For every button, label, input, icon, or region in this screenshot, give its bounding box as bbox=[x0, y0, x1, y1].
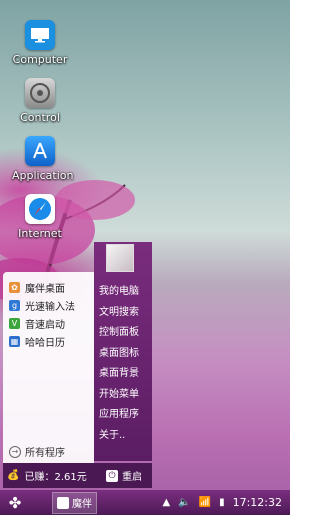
menu-item-label: 音速启动 bbox=[25, 319, 65, 331]
computer-icon bbox=[25, 20, 55, 50]
app-store-icon bbox=[25, 136, 55, 166]
avatar[interactable] bbox=[106, 244, 134, 272]
arrow-right-icon: → bbox=[9, 445, 21, 458]
menu-item-search[interactable]: 文明搜索 bbox=[99, 303, 139, 324]
desktop-icon-label: Internet bbox=[18, 227, 62, 240]
clover-icon: ✤ bbox=[8, 493, 22, 512]
desktop-icon-computer[interactable]: Computer bbox=[12, 20, 68, 66]
control-icon bbox=[25, 78, 55, 108]
tray-expand-icon[interactable]: ▲ bbox=[162, 497, 170, 508]
earnings-display: 💰 已赚：2.61元 bbox=[7, 468, 106, 483]
start-menu: 我的电脑 文明搜索 控制面板 桌面图标 桌面背景 开始菜单 应用程序 关于.. … bbox=[0, 242, 152, 488]
power-icon: ⏻ bbox=[106, 469, 118, 482]
menu-item-mobanzhuomian[interactable]: ✿ 魔伴桌面 bbox=[3, 278, 94, 296]
start-menu-right-panel: 我的电脑 文明搜索 控制面板 桌面图标 桌面背景 开始菜单 应用程序 关于.. bbox=[94, 242, 152, 461]
earnings-label: 已赚：2.61元 bbox=[24, 472, 87, 483]
calendar-icon: ▦ bbox=[9, 335, 20, 347]
restart-label: 重启 bbox=[122, 472, 142, 483]
system-tray: ▲ 🔈 📶 ▮ 17:12:32 bbox=[154, 496, 290, 509]
safari-icon bbox=[25, 194, 55, 224]
desktop-icon-label: Computer bbox=[12, 53, 68, 66]
menu-item-calendar[interactable]: ▦ 哈哈日历 bbox=[3, 332, 94, 350]
moban-app-icon bbox=[57, 496, 69, 509]
menu-item-launcher[interactable]: V 音速启动 bbox=[3, 314, 94, 332]
menu-item-applications[interactable]: 应用程序 bbox=[99, 405, 139, 426]
taskbar: ✤ 魔伴 ▲ 🔈 📶 ▮ 17:12:32 bbox=[0, 490, 290, 515]
money-bag-icon: 💰 bbox=[7, 470, 20, 481]
desktop-icon-internet[interactable]: Internet bbox=[12, 194, 68, 240]
restart-button[interactable]: ⏻ 重启 bbox=[106, 468, 142, 483]
launcher-v-icon: V bbox=[9, 317, 20, 329]
desktop-icon-label: Application bbox=[12, 169, 74, 182]
menu-item-label: 魔伴桌面 bbox=[25, 283, 65, 295]
menu-item-input-method[interactable]: g 光速输入法 bbox=[3, 296, 94, 314]
start-button[interactable]: ✤ bbox=[0, 494, 30, 512]
mobanzhuomian-icon: ✿ bbox=[9, 281, 20, 293]
menu-item-desktop-icons[interactable]: 桌面图标 bbox=[99, 344, 139, 365]
desktop-icon-application[interactable]: Application bbox=[12, 136, 74, 182]
desktop-icon-label: Control bbox=[20, 111, 60, 124]
menu-item-control-panel[interactable]: 控制面板 bbox=[99, 323, 139, 344]
start-menu-footer: 💰 已赚：2.61元 ⏻ 重启 bbox=[3, 463, 152, 488]
menu-item-about[interactable]: 关于.. bbox=[99, 426, 139, 447]
menu-item-my-computer[interactable]: 我的电脑 bbox=[99, 282, 139, 303]
taskbar-app-label: 魔伴 bbox=[72, 499, 92, 510]
wifi-icon[interactable]: 📶 bbox=[199, 497, 211, 508]
menu-item-label: 哈哈日历 bbox=[25, 337, 65, 349]
battery-icon[interactable]: ▮ bbox=[219, 497, 225, 508]
input-method-icon: g bbox=[9, 299, 20, 311]
menu-item-start-menu[interactable]: 开始菜单 bbox=[99, 385, 139, 406]
menu-item-desktop-background[interactable]: 桌面背景 bbox=[99, 364, 139, 385]
clock: 17:12:32 bbox=[232, 496, 282, 509]
all-programs-button[interactable]: → 所有程序 bbox=[9, 444, 65, 459]
start-menu-right-list: 我的电脑 文明搜索 控制面板 桌面图标 桌面背景 开始菜单 应用程序 关于.. bbox=[99, 282, 139, 446]
menu-item-label: 光速输入法 bbox=[25, 301, 75, 313]
start-menu-left-panel: ✿ 魔伴桌面 g 光速输入法 V 音速启动 ▦ 哈哈日历 → 所有程序 bbox=[3, 272, 94, 463]
taskbar-app-moban[interactable]: 魔伴 bbox=[52, 491, 97, 514]
all-programs-label: 所有程序 bbox=[25, 448, 65, 459]
volume-icon[interactable]: 🔈 bbox=[178, 497, 190, 508]
desktop-icon-control[interactable]: Control bbox=[12, 78, 68, 124]
